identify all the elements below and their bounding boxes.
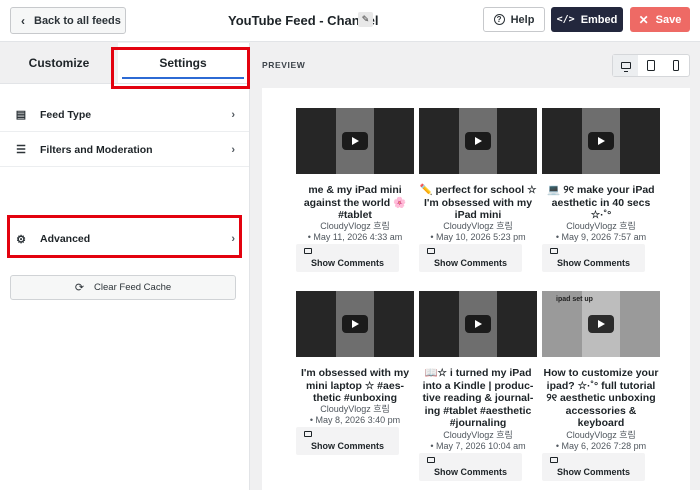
play-icon [465,315,491,333]
play-icon [588,132,614,150]
show-comments-label: Show Comments [311,441,385,451]
video-title[interactable]: 📖☆ i turned my iPad into a Kindle | prod… [419,367,537,430]
refresh-icon: ⟳ [74,282,85,294]
sidebar-item-feed-type[interactable]: ▤ Feed Type › [0,98,249,132]
play-icon [465,132,491,150]
embed-label: Embed [580,13,618,26]
video-author: CloudyVlogz 흐림 [566,430,636,440]
save-label: Save [655,13,682,26]
chevron-right-icon: › [231,108,235,121]
sidebar: Customize Settings ▤ Feed Type › ☰ Filte… [0,43,250,490]
desktop-icon [620,62,631,72]
video-date: • May 9, 2026 7:57 am [555,232,647,242]
show-comments-button[interactable]: Show Comments [296,427,399,455]
play-icon [588,315,614,333]
video-thumbnail[interactable] [419,291,537,357]
tab-customize[interactable]: Customize [0,43,118,83]
chevron-right-icon: › [231,143,235,156]
video-title[interactable]: 💻 ୨୧ make your iPad aesthetic in 40 secs… [542,184,660,222]
show-comments-button[interactable]: Show Comments [542,244,645,272]
chevron-left-icon: ‹ [21,13,25,28]
show-comments-label: Show Comments [557,467,631,477]
pencil-icon: ✎ [361,14,370,24]
settings-highlight-box [111,47,250,89]
back-label: Back to all feeds [34,14,121,27]
preview-label: PREVIEW [262,60,306,70]
video-date: • May 8, 2026 3:40 pm [309,415,401,425]
video-date: • May 11, 2026 4:33 am [307,232,403,242]
video-author: CloudyVlogz 흐림 [566,221,636,231]
desktop-view-button[interactable] [613,55,639,76]
help-button[interactable]: ? Help [483,7,545,32]
video-date: • May 10, 2026 5:23 pm [430,232,526,242]
device-switcher [612,54,690,77]
comment-icon [304,431,312,437]
mobile-view-button[interactable] [664,55,689,76]
mobile-icon [673,60,680,71]
close-icon: ✕ [638,12,649,27]
video-author: CloudyVlogz 흐림 [443,221,513,231]
video-thumbnail[interactable] [542,108,660,174]
sidebar-item-filters[interactable]: ☰ Filters and Moderation › [0,133,249,167]
show-comments-button[interactable]: Show Comments [296,244,399,272]
comment-icon [550,248,558,254]
back-to-feeds-button[interactable]: ‹ Back to all feeds [10,7,126,34]
play-icon [342,132,368,150]
sidebar-item-label: Filters and Moderation [40,143,153,156]
embed-button[interactable]: </> Embed [551,7,623,32]
show-comments-label: Show Comments [434,258,508,268]
feed-type-icon: ▤ [15,109,27,121]
video-date: • May 6, 2026 7:28 pm [555,441,647,451]
video-author: CloudyVlogz 흐림 [320,221,390,231]
video-thumbnail[interactable] [296,291,414,357]
video-author: CloudyVlogz 흐림 [320,404,390,414]
video-date: • May 7, 2026 10:04 am [430,441,526,451]
video-title[interactable]: How to customize your ipad? ☆·˚° full tu… [542,367,660,430]
comment-icon [427,457,435,463]
clear-cache-button[interactable]: ⟳ Clear Feed Cache [10,275,236,300]
clear-cache-label: Clear Feed Cache [94,282,172,293]
top-bar: ‹ Back to all feeds YouTube Feed - Chann… [0,0,700,42]
tablet-icon [646,60,655,71]
show-comments-button[interactable]: Show Comments [419,244,522,272]
comment-icon [427,248,435,254]
advanced-highlight-box [7,215,242,258]
filters-icon: ☰ [16,144,26,156]
video-thumbnail[interactable]: ipad set up [542,291,660,357]
show-comments-label: Show Comments [557,258,631,268]
show-comments-button[interactable]: Show Comments [419,453,522,481]
video-author: CloudyVlogz 흐림 [443,430,513,440]
thumbnail-caption: ipad set up [556,296,593,303]
show-comments-label: Show Comments [311,258,385,268]
show-comments-button[interactable]: Show Comments [542,453,645,481]
play-icon [342,315,368,333]
video-title[interactable]: ✏️ perfect for school ☆ I'm obsessed wit… [419,184,537,222]
save-button[interactable]: ✕ Save [630,7,690,32]
video-title[interactable]: I'm obsessed with my mini laptop ☆ #aes-… [296,367,414,405]
feed-title: YouTube Feed - Channel [228,13,379,28]
question-icon: ? [493,14,505,25]
show-comments-label: Show Comments [434,467,508,477]
comment-icon [550,457,558,463]
edit-title-button[interactable]: ✎ [358,12,373,27]
tab-customize-label: Customize [28,56,90,70]
video-thumbnail[interactable] [419,108,537,174]
help-label: Help [510,13,535,26]
video-thumbnail[interactable] [296,108,414,174]
comment-icon [304,248,312,254]
code-icon: </> [556,14,575,25]
sidebar-item-label: Feed Type [40,108,92,121]
tablet-view-button[interactable] [638,55,663,76]
video-title[interactable]: me & my iPad mini against the world 🌸 #t… [296,184,414,222]
feed-preview: me & my iPad mini against the world 🌸 #t… [262,88,690,490]
